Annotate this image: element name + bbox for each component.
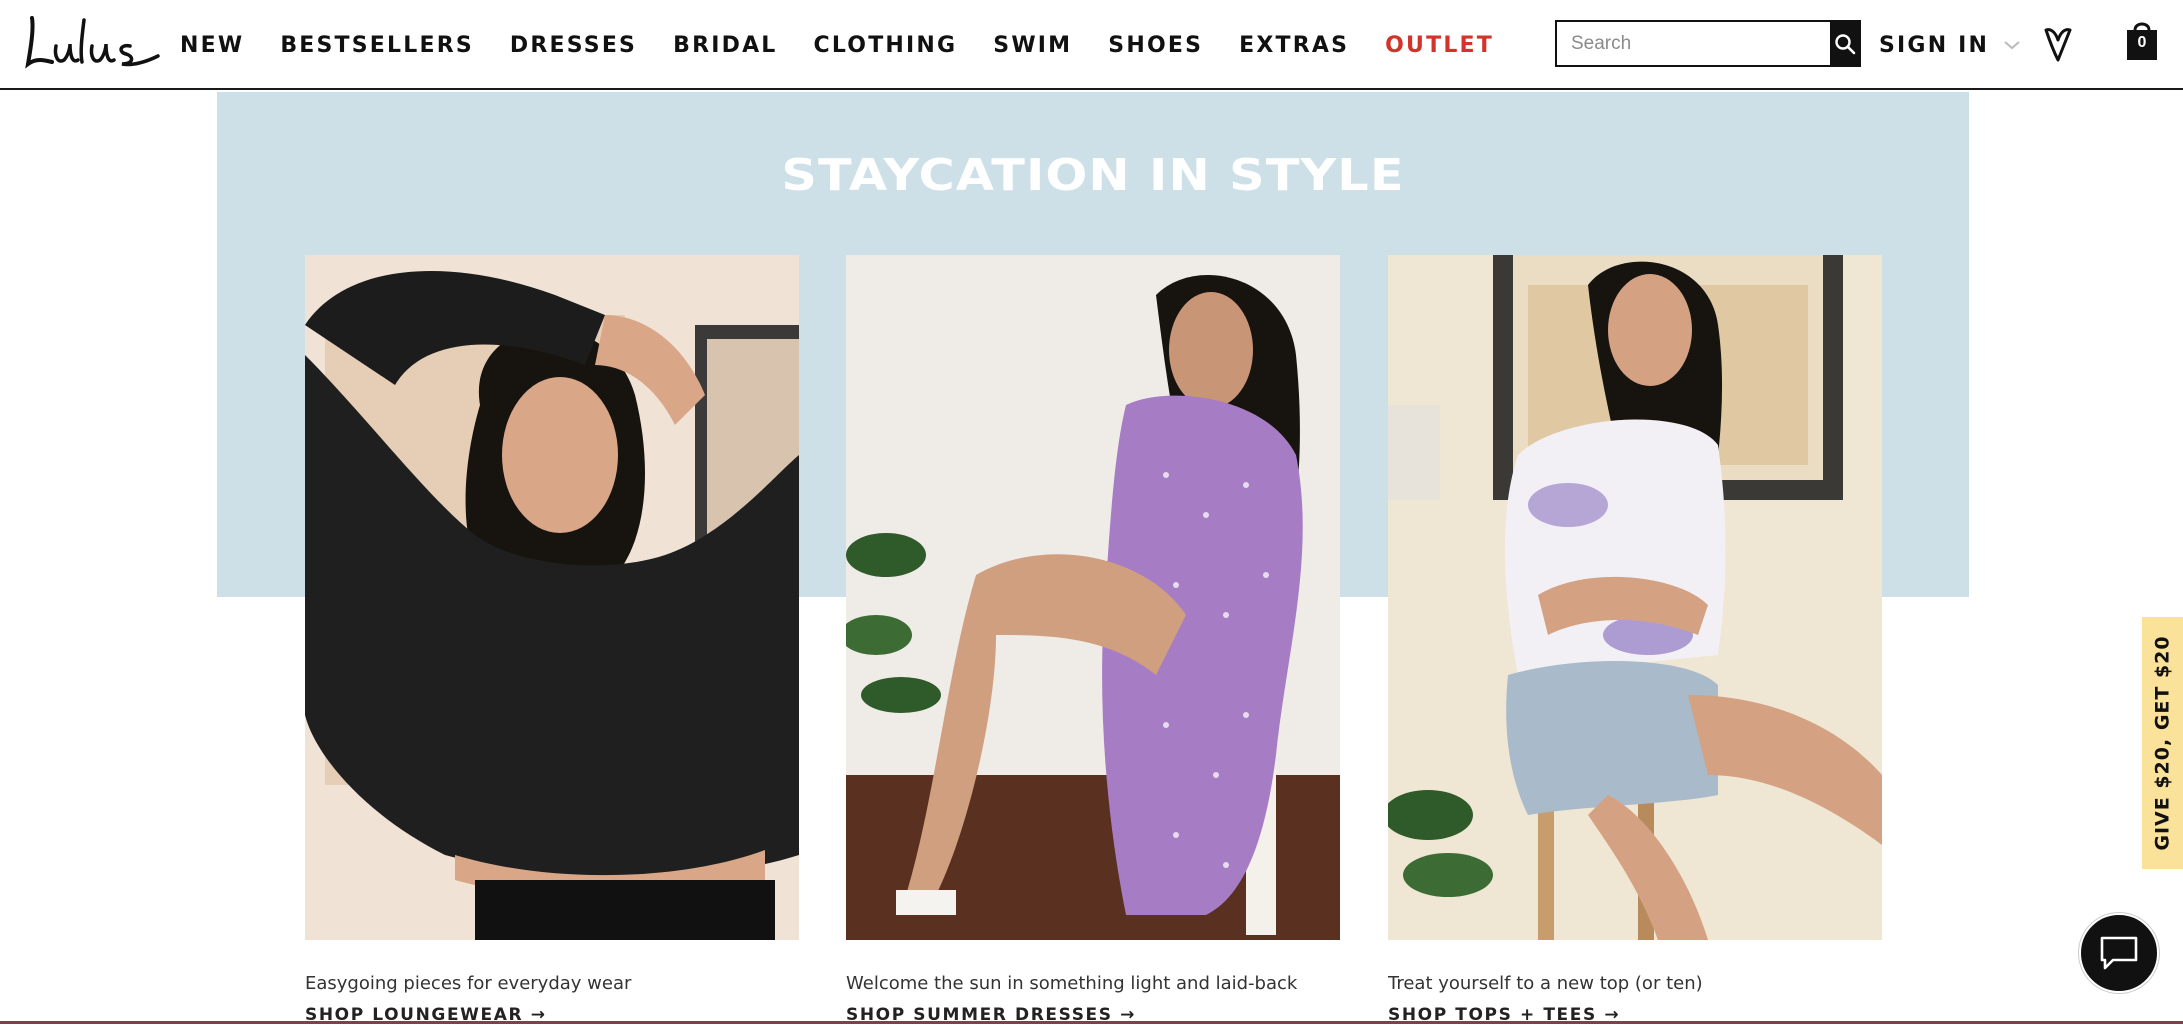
nav-bridal[interactable]: BRIDAL xyxy=(673,33,777,58)
heart-icon xyxy=(2044,28,2072,62)
lulus-logo[interactable] xyxy=(22,8,162,78)
main-nav: NEW BESTSELLERS DRESSES BRIDAL CLOTHING … xyxy=(180,0,1530,90)
model-photo-image xyxy=(1388,255,1882,940)
search-box xyxy=(1555,20,1861,67)
search-input[interactable] xyxy=(1557,22,1830,65)
refer-friend-tab[interactable]: GIVE $20, GET $20 xyxy=(2142,617,2183,869)
nav-swim[interactable]: SWIM xyxy=(993,33,1072,58)
nav-extras[interactable]: EXTRAS xyxy=(1239,33,1349,58)
nav-clothing[interactable]: CLOTHING xyxy=(814,33,958,58)
model-photo-image xyxy=(305,255,799,940)
chevron-down-icon xyxy=(2004,41,2020,50)
promo-card-tops-tees: Treat yourself to a new top (or ten) SHO… xyxy=(1388,255,1882,1025)
promo-description: Treat yourself to a new top (or ten) xyxy=(1388,973,1703,994)
promo-card-loungewear: Easygoing pieces for everyday wear SHOP … xyxy=(305,255,799,1025)
shopping-bag-button[interactable]: 0 xyxy=(2124,18,2160,62)
chat-bubble-icon xyxy=(2100,936,2138,970)
nav-new[interactable]: NEW xyxy=(180,33,244,58)
promo-card-summer-dresses: Welcome the sun in something light and l… xyxy=(846,255,1340,1025)
promo-image-tops-tees[interactable] xyxy=(1388,255,1882,940)
sign-in-menu[interactable]: SIGN IN xyxy=(1879,0,2021,90)
nav-shoes[interactable]: SHOES xyxy=(1108,33,1203,58)
search-icon xyxy=(1834,33,1855,54)
hero-title: STAYCATION IN STYLE xyxy=(781,150,1405,201)
nav-outlet[interactable]: OUTLET xyxy=(1385,33,1494,58)
sign-in-label: SIGN IN xyxy=(1879,32,1990,58)
search-button[interactable] xyxy=(1830,22,1859,65)
site-header: NEW BESTSELLERS DRESSES BRIDAL CLOTHING … xyxy=(0,0,2183,90)
wishlist-button[interactable] xyxy=(2040,24,2076,64)
lulus-logo-icon xyxy=(25,16,160,69)
promo-image-summer-dresses[interactable] xyxy=(846,255,1340,940)
promo-description: Easygoing pieces for everyday wear xyxy=(305,973,632,994)
promo-image-loungewear[interactable] xyxy=(305,255,799,940)
nav-dresses[interactable]: DRESSES xyxy=(510,33,637,58)
nav-bestsellers[interactable]: BESTSELLERS xyxy=(280,33,474,58)
refer-friend-label: GIVE $20, GET $20 xyxy=(2151,635,2174,851)
bag-count: 0 xyxy=(2137,34,2147,51)
promo-description: Welcome the sun in something light and l… xyxy=(846,973,1298,994)
model-photo-image xyxy=(846,255,1340,940)
chat-button[interactable] xyxy=(2079,913,2159,993)
